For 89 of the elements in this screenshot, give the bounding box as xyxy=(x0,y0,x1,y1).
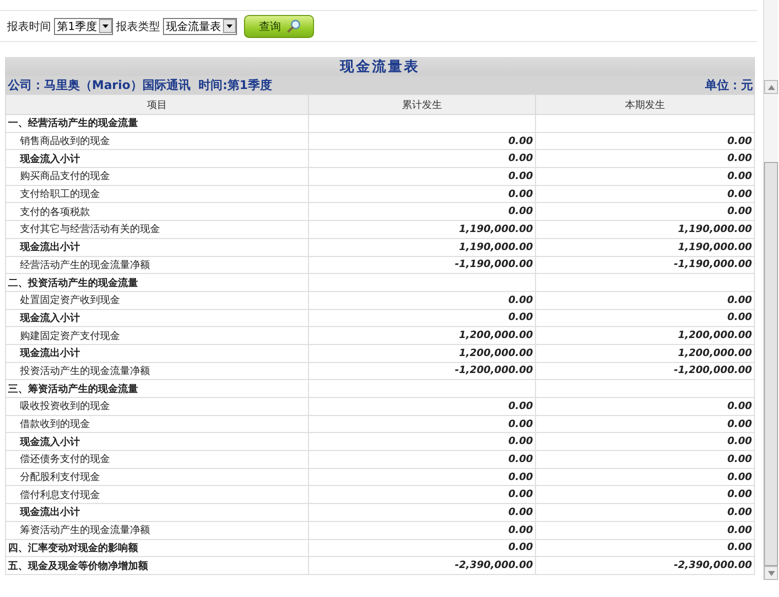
table-cell: 0.00 xyxy=(308,539,536,557)
table-cell: 0.00 xyxy=(536,415,754,433)
table-cell: 1,200,000.00 xyxy=(308,326,536,344)
table-cell: 1,190,000.00 xyxy=(308,220,536,238)
table-cell: 0.00 xyxy=(536,150,754,168)
table-cell: 偿付利息支付现金 xyxy=(6,486,308,504)
table-cell: 0.00 xyxy=(536,398,754,416)
table-cell: 0.00 xyxy=(308,185,536,203)
table-cell: 经营活动产生的现金流量净额 xyxy=(6,256,308,274)
table-cell: 0.00 xyxy=(308,504,536,522)
table-cell: 1,200,000.00 xyxy=(536,326,754,344)
table-cell: -1,190,000.00 xyxy=(536,256,754,274)
filter-label: 报表时间 xyxy=(7,18,51,34)
table-cell: 0.00 xyxy=(308,309,536,327)
table-cell: 0.00 xyxy=(308,132,536,150)
table-cell: 0.00 xyxy=(308,291,536,310)
table-cell: -1,200,000.00 xyxy=(308,362,536,380)
table-cell: 0.00 xyxy=(536,450,754,468)
table-cell: 分配股利支付现金 xyxy=(6,468,308,486)
table-cell: 四、汇率变动对现金的影响额 xyxy=(6,539,308,557)
table-cell: 0.00 xyxy=(536,309,754,327)
table-cell: 0.00 xyxy=(536,202,754,221)
table-cell: 现金流入小计 xyxy=(6,309,308,327)
table-cell: 现金流出小计 xyxy=(6,238,308,256)
table-cell: 三、筹资活动产生的现金流量 xyxy=(6,380,308,398)
table-cell: 1,200,000.00 xyxy=(536,344,754,362)
table-cell: 0.00 xyxy=(536,504,754,522)
table-cell: 偿还债务支付的现金 xyxy=(6,450,308,468)
table-cell: 0.00 xyxy=(308,398,536,416)
scroll-down-icon[interactable] xyxy=(768,570,774,576)
scroll-up-icon[interactable] xyxy=(768,84,774,90)
table-cell: 0.00 xyxy=(536,185,754,203)
table-cell: 吸收投资收到的现金 xyxy=(6,398,308,416)
table-cell: 0.00 xyxy=(536,486,754,504)
table-cell: 0.00 xyxy=(536,132,754,150)
table-cell: 1,200,000.00 xyxy=(308,344,536,362)
report-title: 现金流量表 xyxy=(340,58,420,76)
table-cell: 筹资活动产生的现金流量净额 xyxy=(6,521,308,539)
column-header: 累计发生 xyxy=(308,94,536,114)
table-cell: 五、现金及现金等价物净增加额 xyxy=(6,556,308,574)
select-field[interactable]: 第1季度 xyxy=(54,18,113,34)
table-cell: 0.00 xyxy=(308,415,536,433)
table-cell: 0.00 xyxy=(536,168,754,186)
search-icon xyxy=(287,19,301,33)
select-field[interactable]: 现金流量表 xyxy=(163,18,237,34)
unit-label: 单位：元 xyxy=(705,76,753,94)
dropdown-icon xyxy=(223,19,236,33)
company-info: 公司：马里奥（Mario）国际通讯 时间:第1季度 xyxy=(8,76,272,94)
query-button[interactable]: 查询 xyxy=(244,14,314,38)
table-cell: 二、投资活动产生的现金流量 xyxy=(6,274,308,292)
table-cell: 0.00 xyxy=(536,291,754,310)
table-cell: -2,390,000.00 xyxy=(536,556,754,574)
table-cell: 购买商品支付的现金 xyxy=(6,168,308,186)
filter-label: 报表类型 xyxy=(116,18,160,34)
table-cell: 1,190,000.00 xyxy=(536,220,754,238)
table-cell: -1,190,000.00 xyxy=(308,256,536,274)
table-cell: 0.00 xyxy=(308,468,536,486)
table-cell: 支付给职工的现金 xyxy=(6,185,308,203)
table-cell: 1,190,000.00 xyxy=(308,238,536,256)
table-cell: 销售商品收到的现金 xyxy=(6,132,308,150)
table-cell: 0.00 xyxy=(308,202,536,221)
table-cell: 支付其它与经营活动有关的现金 xyxy=(6,220,308,238)
table-cell: 0.00 xyxy=(308,432,536,451)
table-cell: 0.00 xyxy=(308,168,536,186)
table-cell: 购建固定资产支付现金 xyxy=(6,326,308,344)
column-header: 项目 xyxy=(6,94,308,114)
table-cell: -1,200,000.00 xyxy=(536,362,754,380)
table-cell: 0.00 xyxy=(536,468,754,486)
table-cell: 0.00 xyxy=(308,450,536,468)
table-cell: 0.00 xyxy=(308,486,536,504)
table-cell: 0.00 xyxy=(536,539,754,557)
table-cell: -2,390,000.00 xyxy=(308,556,536,574)
table-cell: 现金流出小计 xyxy=(6,344,308,362)
column-header: 本期发生 xyxy=(536,94,754,114)
table-cell: 0.00 xyxy=(536,521,754,539)
scrollbar[interactable] xyxy=(763,0,778,580)
table-cell: 一、经营活动产生的现金流量 xyxy=(6,114,308,132)
table-cell: 现金流出小计 xyxy=(6,504,308,522)
table-cell: 现金流入小计 xyxy=(6,150,308,168)
table-cell: 0.00 xyxy=(536,432,754,451)
table-cell: 0.00 xyxy=(308,521,536,539)
dropdown-icon xyxy=(99,19,112,33)
table-cell: 0.00 xyxy=(308,150,536,168)
table-cell: 支付的各项税款 xyxy=(6,202,308,221)
table-cell: 1,190,000.00 xyxy=(536,238,754,256)
table-cell: 现金流入小计 xyxy=(6,432,308,451)
table-cell: 借款收到的现金 xyxy=(6,415,308,433)
table-cell: 投资活动产生的现金流量净额 xyxy=(6,362,308,380)
table-cell: 处置固定资产收到现金 xyxy=(6,291,308,310)
